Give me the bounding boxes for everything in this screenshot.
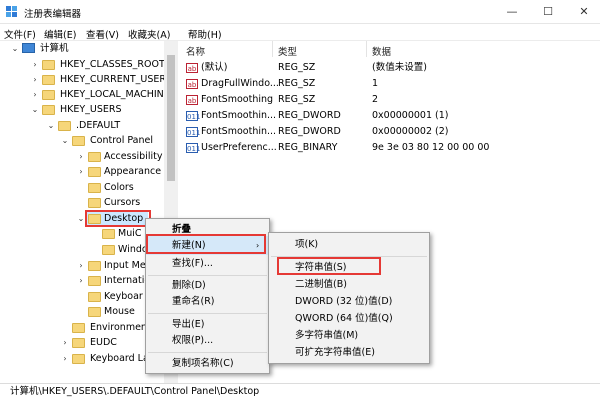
folder-icon: [88, 276, 101, 286]
tree-node-computer[interactable]: ⌄ 计算机: [10, 41, 170, 56]
scrollbar-thumb[interactable]: [167, 55, 175, 181]
value-row[interactable]: 011 FontSmoothin... REG_DWORD 0x00000002…: [180, 124, 590, 140]
column-header-name[interactable]: 名称: [186, 44, 205, 58]
folder-icon: [88, 183, 101, 193]
menu-item-new-key[interactable]: 项(K): [269, 235, 429, 254]
tree-node-cursors[interactable]: Cursors: [10, 195, 170, 210]
column-header-type[interactable]: 类型: [278, 44, 297, 58]
value-row[interactable]: ab DragFullWindo... REG_SZ 1: [180, 76, 590, 92]
tree-node-hku[interactable]: ⌄ HKEY_USERS: [10, 102, 170, 117]
menu-item-permissions[interactable]: 权限(P)...: [146, 331, 269, 350]
folder-icon: [88, 292, 101, 302]
chevron-right-icon[interactable]: ›: [76, 258, 86, 273]
chevron-down-icon[interactable]: ⌄: [60, 133, 70, 148]
chevron-right-icon[interactable]: ›: [30, 87, 40, 102]
menu-favorites[interactable]: 收藏夹(A): [128, 27, 170, 41]
chevron-down-icon[interactable]: ⌄: [30, 102, 40, 117]
folder-icon: [88, 167, 101, 177]
folder-icon: [58, 121, 71, 131]
menu-view[interactable]: 查看(V): [86, 27, 119, 41]
maximize-button[interactable]: ☐: [530, 0, 566, 24]
menu-bar: 文件(F) 编辑(E) 查看(V) 收藏夹(A) 帮助(H): [0, 24, 600, 41]
menu-help[interactable]: 帮助(H): [188, 27, 222, 41]
menu-separator: [148, 352, 267, 353]
chevron-right-icon[interactable]: ›: [30, 57, 40, 72]
menu-item-new-expandable-string[interactable]: 可扩充字符串值(E): [269, 343, 429, 362]
chevron-right-icon[interactable]: ›: [76, 273, 86, 288]
value-row[interactable]: 011 UserPreferenc... REG_BINARY 9e 3e 03…: [180, 140, 590, 156]
new-submenu[interactable]: 项(K) 字符串值(S) 二进制值(B) DWORD (32 位)值(D) QW…: [268, 232, 430, 364]
tree-node-default[interactable]: ⌄ .DEFAULT: [10, 118, 170, 133]
chevron-right-icon[interactable]: ›: [30, 72, 40, 87]
folder-icon: [42, 75, 55, 85]
tree-node-hkcu[interactable]: › HKEY_CURRENT_USER: [10, 72, 170, 87]
registry-icon: [6, 6, 17, 17]
string-value-icon: ab: [186, 63, 198, 73]
binary-value-icon: 011: [186, 111, 201, 121]
tree-node-hkcr[interactable]: › HKEY_CLASSES_ROOT: [10, 57, 170, 72]
annotation-string-box: [277, 257, 381, 275]
string-value-icon: ab: [186, 79, 198, 89]
column-divider[interactable]: [272, 41, 273, 57]
chevron-right-icon[interactable]: ›: [76, 164, 86, 179]
status-bar: 计算机\HKEY_USERS\.DEFAULT\Control Panel\De…: [0, 383, 600, 400]
annotation-desktop-box: [85, 210, 151, 227]
tree-node-accessibility[interactable]: › Accessibility: [10, 149, 170, 164]
close-button[interactable]: ✕: [566, 0, 600, 24]
tree-node-hklm[interactable]: › HKEY_LOCAL_MACHINE: [10, 87, 170, 102]
folder-icon: [88, 261, 101, 271]
folder-icon: [72, 136, 85, 146]
folder-icon: [72, 338, 85, 348]
menu-separator: [148, 313, 267, 314]
window-title: 注册表编辑器: [24, 9, 82, 20]
binary-value-icon: 011: [186, 127, 201, 137]
column-divider[interactable]: [366, 41, 367, 57]
menu-file[interactable]: 文件(F): [4, 27, 36, 41]
tree-node-colors[interactable]: Colors: [10, 180, 170, 195]
annotation-new-box: [146, 234, 266, 254]
tree-node-appearance[interactable]: › Appearance: [10, 164, 170, 179]
chevron-down-icon[interactable]: ⌄: [10, 41, 20, 56]
chevron-down-icon[interactable]: ⌄: [46, 118, 56, 133]
folder-icon: [72, 354, 85, 364]
menu-item-copy-key-name[interactable]: 复制项名称(C): [146, 354, 269, 373]
chevron-right-icon[interactable]: ›: [76, 149, 86, 164]
folder-icon: [42, 90, 55, 100]
menu-item-find[interactable]: 查找(F)...: [146, 254, 269, 273]
folder-icon: [42, 60, 55, 70]
folder-icon: [88, 152, 101, 162]
binary-value-icon: 011: [186, 143, 201, 153]
title-bar: 注册表编辑器 — ☐ ✕: [0, 0, 600, 24]
folder-icon: [88, 307, 101, 317]
string-value-icon: ab: [186, 95, 198, 105]
menu-edit[interactable]: 编辑(E): [44, 27, 76, 41]
folder-icon: [72, 323, 85, 333]
value-row[interactable]: ab FontSmoothing REG_SZ 2: [180, 92, 590, 108]
folder-icon: [102, 229, 115, 239]
folder-icon: [88, 198, 101, 208]
folder-icon: [102, 245, 115, 255]
computer-icon: [22, 43, 35, 53]
menu-item-rename[interactable]: 重命名(R): [146, 292, 269, 311]
value-row[interactable]: ab (默认) REG_SZ (数值未设置): [180, 60, 590, 76]
chevron-right-icon[interactable]: ›: [60, 335, 70, 350]
tree-node-control-panel[interactable]: ⌄ Control Panel: [10, 133, 170, 148]
minimize-button[interactable]: —: [494, 0, 530, 24]
value-row[interactable]: 011 FontSmoothin... REG_DWORD 0x00000001…: [180, 108, 590, 124]
chevron-right-icon[interactable]: ›: [60, 351, 70, 366]
folder-icon: [42, 105, 55, 115]
column-header-data[interactable]: 数据: [372, 44, 391, 58]
